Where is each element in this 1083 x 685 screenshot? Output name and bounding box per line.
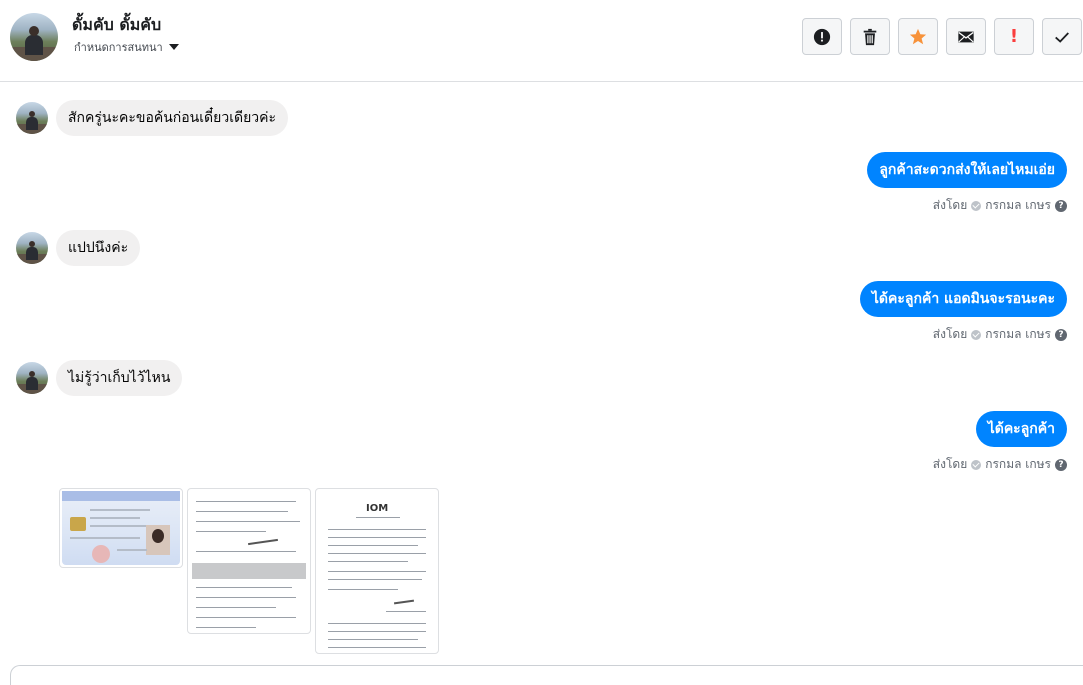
alert-circle-icon	[813, 28, 831, 45]
envelope-icon	[958, 31, 974, 42]
help-icon[interactable]: ?	[1055, 328, 1067, 341]
toolbar: !	[802, 18, 1082, 55]
message-composer[interactable]	[10, 665, 1083, 685]
message-bubble-outgoing[interactable]: ได้คะลูกค้า	[975, 411, 1067, 447]
star-button[interactable]	[898, 18, 938, 55]
message-bubble-outgoing[interactable]: ได้คะลูกค้า แอดมินจะรอนะคะ	[859, 281, 1067, 317]
help-icon[interactable]: ?	[1055, 458, 1067, 471]
attachment-letter-document-image[interactable]: IOM	[315, 488, 439, 654]
sent-by-label: ส่งโดย	[932, 457, 968, 471]
iom-logo: IOM	[366, 503, 389, 514]
id-card-thumbnail	[62, 491, 180, 565]
sender-name: กรกมล เกษร	[985, 457, 1051, 471]
star-icon	[909, 28, 927, 44]
check-badge-icon	[971, 329, 982, 340]
delete-button[interactable]	[850, 18, 890, 55]
assign-conversation-dropdown[interactable]: กำหนดการสนทนา	[74, 38, 179, 56]
sent-by-label: ส่งโดย	[932, 327, 968, 341]
message-row-outgoing: ได้คะลูกค้า แอดมินจะรอนะคะ	[859, 281, 1067, 317]
mark-done-button[interactable]	[1042, 18, 1082, 55]
message-bubble-incoming[interactable]: ไม่รู้ว่าเก็บไว้ไหน	[56, 360, 183, 396]
contact-avatar[interactable]	[10, 13, 58, 61]
message-bubble-incoming[interactable]: สักครู่นะคะขอค้นก่อนเดี๋ยวเดียวค่ะ	[56, 100, 289, 136]
message-row-incoming: ไม่รู้ว่าเก็บไว้ไหน	[16, 360, 183, 396]
sender-avatar[interactable]	[16, 362, 48, 394]
conversation-header: ดั้มคับ ดั้มคับ กำหนดการสนทนา !	[0, 0, 1083, 82]
message-row-incoming: สักครู่นะคะขอค้นก่อนเดี๋ยวเดียวค่ะ	[16, 100, 289, 136]
attachment-form-document-image[interactable]	[187, 488, 311, 634]
check-badge-icon	[971, 459, 982, 470]
sender-name: กรกมล เกษร	[985, 327, 1051, 341]
sender-avatar[interactable]	[16, 102, 48, 134]
help-icon[interactable]: ?	[1055, 199, 1067, 212]
message-row-outgoing: ได้คะลูกค้า	[975, 411, 1067, 447]
sent-by-info: ส่งโดย กรกมล เกษร ?	[933, 325, 1067, 344]
sent-by-label: ส่งโดย	[932, 198, 968, 212]
caret-down-icon	[168, 44, 179, 50]
sender-name: กรกมล เกษร	[985, 198, 1051, 212]
message-bubble-outgoing[interactable]: ลูกค้าสะดวกส่งให้เลยไหมเอ่ย	[867, 152, 1067, 188]
contact-name[interactable]: ดั้มคับ ดั้มคับ	[72, 13, 161, 38]
message-row-outgoing: ลูกค้าสะดวกส่งให้เลยไหมเอ่ย	[867, 152, 1067, 188]
mark-spam-button[interactable]	[802, 18, 842, 55]
attachment-id-card-image[interactable]	[59, 488, 183, 568]
sent-by-info: ส่งโดย กรกมล เกษร ?	[933, 455, 1067, 474]
assign-conversation-label: กำหนดการสนทนา	[74, 41, 163, 54]
mark-unread-button[interactable]	[946, 18, 986, 55]
check-icon	[1055, 31, 1069, 43]
message-row-incoming: แปปนึงค่ะ	[16, 230, 141, 266]
sent-by-info: ส่งโดย กรกมล เกษร ?	[933, 196, 1067, 215]
exclamation-icon: !	[1009, 25, 1019, 47]
flag-important-button[interactable]: !	[994, 18, 1034, 55]
sender-avatar[interactable]	[16, 232, 48, 264]
check-badge-icon	[971, 200, 982, 211]
message-bubble-incoming[interactable]: แปปนึงค่ะ	[56, 230, 141, 266]
trash-icon	[863, 28, 877, 45]
